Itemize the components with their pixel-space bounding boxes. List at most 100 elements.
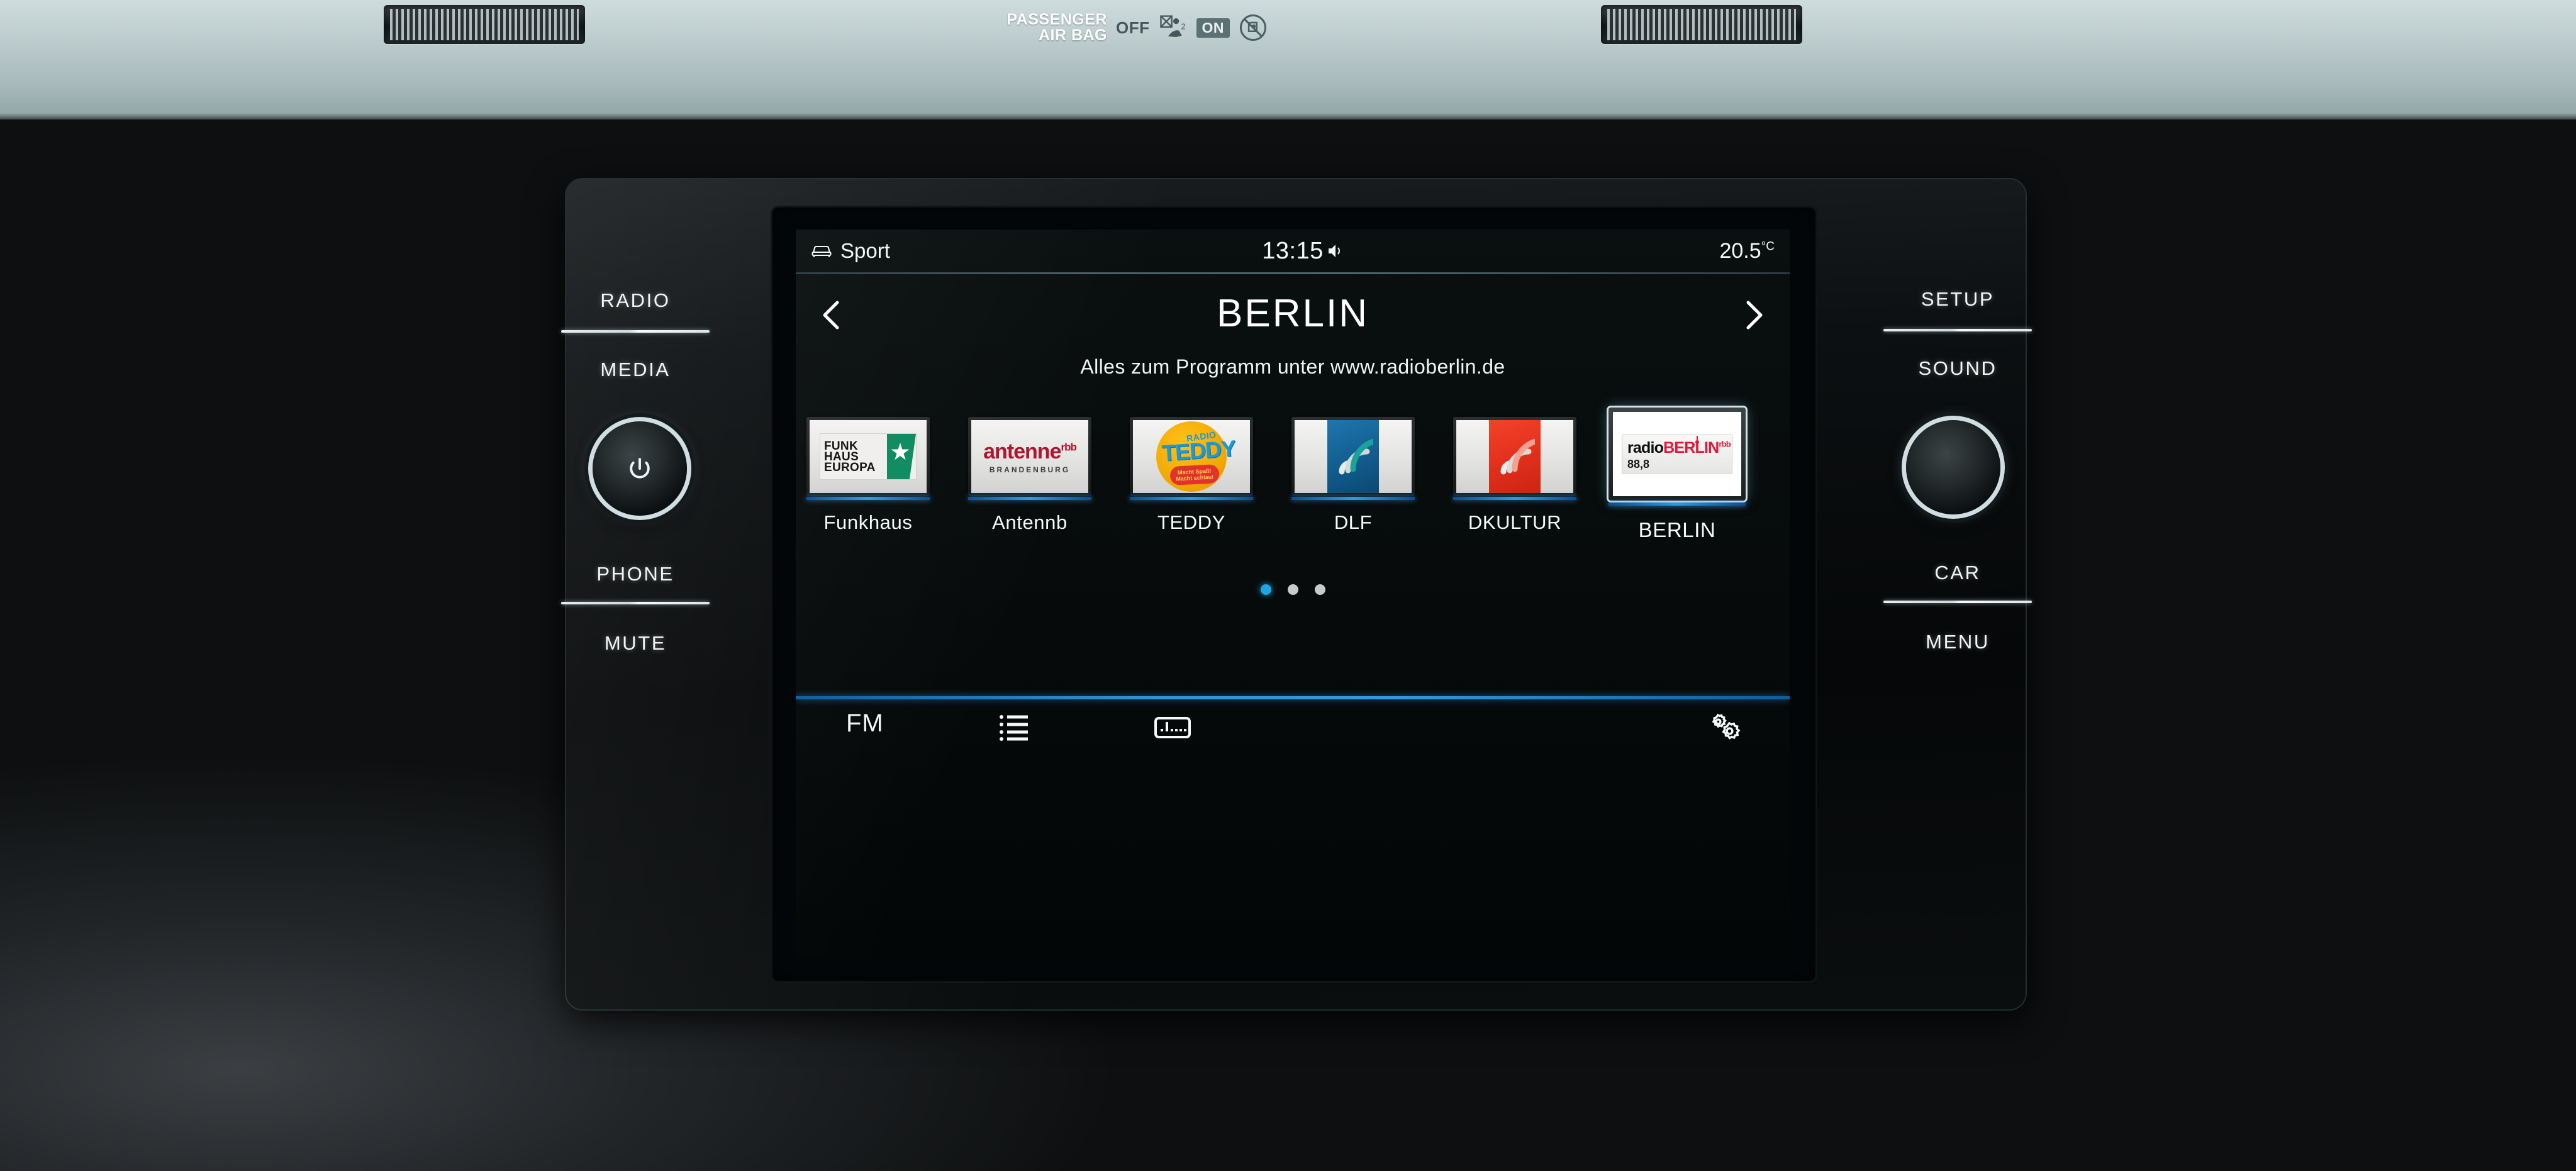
status-bar: Sport 13:15 20.5°C	[796, 230, 1790, 272]
berlin-logo-rbb: rbb	[1719, 439, 1731, 449]
teddy-slogan-line2: Macht schlau!	[1176, 474, 1214, 482]
hw-button-mute[interactable]: MUTE	[560, 632, 711, 655]
hw-divider-left-bottom	[561, 602, 710, 604]
station-header: BERLIN	[796, 279, 1790, 348]
pagination-dot-3[interactable]	[1314, 584, 1325, 595]
temperature-value: 20.5	[1719, 238, 1761, 263]
preset-underline	[1130, 497, 1253, 500]
power-icon	[630, 458, 650, 479]
air-vent-left	[384, 5, 585, 44]
settings-gears-icon[interactable]	[1707, 712, 1742, 743]
funkhaus-line-3: EUROPA	[824, 460, 876, 474]
preset-label: Antennb	[992, 511, 1068, 533]
preset-logo: radioBERLINrbb 88,8	[1613, 412, 1741, 496]
preset-logo: RADIO TEDDY Macht Spaß! Macht schlau!	[1133, 420, 1250, 493]
preset-tile-berlin[interactable]: radioBERLINrbb 88,8 BERLIN	[1609, 408, 1746, 541]
hw-button-car[interactable]: CAR	[1882, 562, 2033, 584]
preset-artwork	[1453, 417, 1576, 500]
preset-label: TEDDY	[1157, 511, 1226, 533]
pagination-dots[interactable]	[796, 584, 1790, 595]
hw-button-radio[interactable]: RADIO	[560, 289, 711, 312]
air-vent-right	[1601, 5, 1802, 44]
preset-tile-dlf[interactable]: DLF	[1291, 417, 1415, 533]
status-clock: 13:15	[1262, 237, 1324, 264]
chevron-right-icon[interactable]	[1734, 296, 1772, 334]
antenne-name-text: antenne	[983, 439, 1061, 463]
airbag-off-symbol-icon: 2	[1159, 15, 1186, 37]
airbag-label-line1: PASSENGER	[1006, 10, 1107, 28]
radio-teddy-logo: RADIO TEDDY Macht Spaß! Macht schlau!	[1156, 421, 1236, 492]
star-icon	[891, 443, 910, 460]
preset-tile-funkhaus[interactable]: FUNK HAUS EUROPA Funkhaus	[806, 417, 930, 533]
knob-knurling	[1897, 411, 2010, 524]
antenne-logo-sub: BRANDENBURG	[989, 465, 1071, 474]
dashboard-background: PASSENGER AIR BAG OFF 2 ON RADIO MEDIA P…	[0, 0, 2576, 1171]
teddy-name-text: TEDDY	[1161, 435, 1237, 467]
vent-slats	[1607, 9, 1796, 40]
preset-artwork	[1291, 417, 1415, 500]
preset-underline	[806, 497, 930, 500]
preset-underline	[1453, 497, 1576, 500]
preset-logo	[1295, 420, 1412, 493]
berlin-logo-prefix: radio	[1627, 439, 1664, 457]
preset-tile-teddy[interactable]: RADIO TEDDY Macht Spaß! Macht schlau! TE…	[1130, 417, 1253, 533]
preset-tile-antennb[interactable]: antennerbb BRANDENBURG Antennb	[968, 417, 1091, 533]
pagination-dot-1[interactable]	[1260, 584, 1271, 595]
passenger-airbag-indicator: PASSENGER AIR BAG OFF 2 ON	[981, 1, 1371, 54]
preset-underline	[968, 497, 1091, 500]
preset-list: FUNK HAUS EUROPA Funkhaus antennerbb BRA…	[796, 408, 1790, 552]
hw-button-media[interactable]: MEDIA	[560, 358, 711, 381]
tune-select-knob[interactable]	[1897, 411, 2010, 524]
preset-underline-selected	[1609, 502, 1746, 506]
preset-label: DKULTUR	[1468, 511, 1562, 533]
list-icon[interactable]	[999, 713, 1028, 741]
preset-label: DLF	[1334, 511, 1373, 533]
airbag-off-label: OFF	[1116, 18, 1150, 37]
deutschlandfunk-kultur-wave-logo	[1489, 420, 1541, 493]
tv-tower-icon	[1695, 436, 1699, 444]
radio-berlin-rbb-logo: radioBERLINrbb 88,8	[1622, 435, 1732, 474]
hw-button-sound[interactable]: SOUND	[1882, 357, 2033, 380]
antenne-logo-name: antennerbb	[983, 439, 1077, 464]
berlin-logo-frequency: 88,8	[1627, 458, 1650, 470]
hw-button-setup[interactable]: SETUP	[1882, 288, 2033, 311]
radio-text: Alles zum Programm unter www.radioberlin…	[1080, 355, 1505, 378]
berlin-logo-name: BERLIN	[1663, 439, 1719, 457]
preset-underline	[1291, 497, 1415, 500]
chevron-left-icon[interactable]	[813, 296, 851, 334]
antenne-rbb-sup: rbb	[1061, 441, 1076, 453]
antenne-brandenburg-logo: antennerbb BRANDENBURG	[983, 439, 1077, 474]
berlin-logo-line1: radioBERLINrbb	[1627, 439, 1731, 457]
preset-logo	[1456, 420, 1573, 493]
vent-slats	[390, 9, 579, 40]
teddy-slogan-pill: Macht Spaß! Macht schlau!	[1169, 463, 1220, 486]
funkhaus-line-1: FUNK	[824, 439, 858, 453]
preset-artwork: FUNK HAUS EUROPA	[806, 417, 930, 500]
status-temperature: 20.5°C	[1719, 239, 1775, 264]
hw-button-phone[interactable]: PHONE	[560, 563, 711, 586]
preset-logo: FUNK HAUS EUROPA	[810, 420, 927, 493]
page-title: BERLIN	[1217, 291, 1369, 335]
hw-divider-left-top	[561, 330, 710, 333]
pagination-dot-2[interactable]	[1287, 584, 1298, 595]
funkhaus-line-2: HAUS	[824, 450, 859, 463]
funkhaus-flag-shape	[887, 434, 916, 479]
preset-artwork: RADIO TEDDY Macht Spaß! Macht schlau!	[1130, 417, 1253, 500]
manual-tuning-icon[interactable]	[1154, 717, 1191, 738]
preset-artwork: antennerbb BRANDENBURG	[968, 417, 1091, 500]
preset-label: Funkhaus	[823, 511, 913, 533]
hw-button-menu[interactable]: MENU	[1882, 631, 2033, 653]
svg-text:2: 2	[1181, 22, 1186, 31]
status-divider	[796, 272, 1790, 274]
no-child-seat-icon	[1239, 14, 1267, 42]
preset-artwork-selected: radioBERLINrbb 88,8	[1609, 408, 1746, 506]
speaker-icon	[1329, 245, 1340, 257]
preset-tile-dkultur[interactable]: DKULTUR	[1453, 417, 1576, 533]
airbag-on-label: ON	[1196, 18, 1230, 38]
preset-logo: antennerbb BRANDENBURG	[971, 420, 1088, 493]
funkhaus-europa-logo: FUNK HAUS EUROPA	[820, 433, 917, 480]
band-button-fm[interactable]: FM	[846, 709, 884, 738]
hw-divider-right-bottom	[1883, 601, 2032, 603]
power-volume-knob[interactable]	[583, 412, 696, 525]
airbag-label-line2: AIR BAG	[1038, 26, 1107, 44]
